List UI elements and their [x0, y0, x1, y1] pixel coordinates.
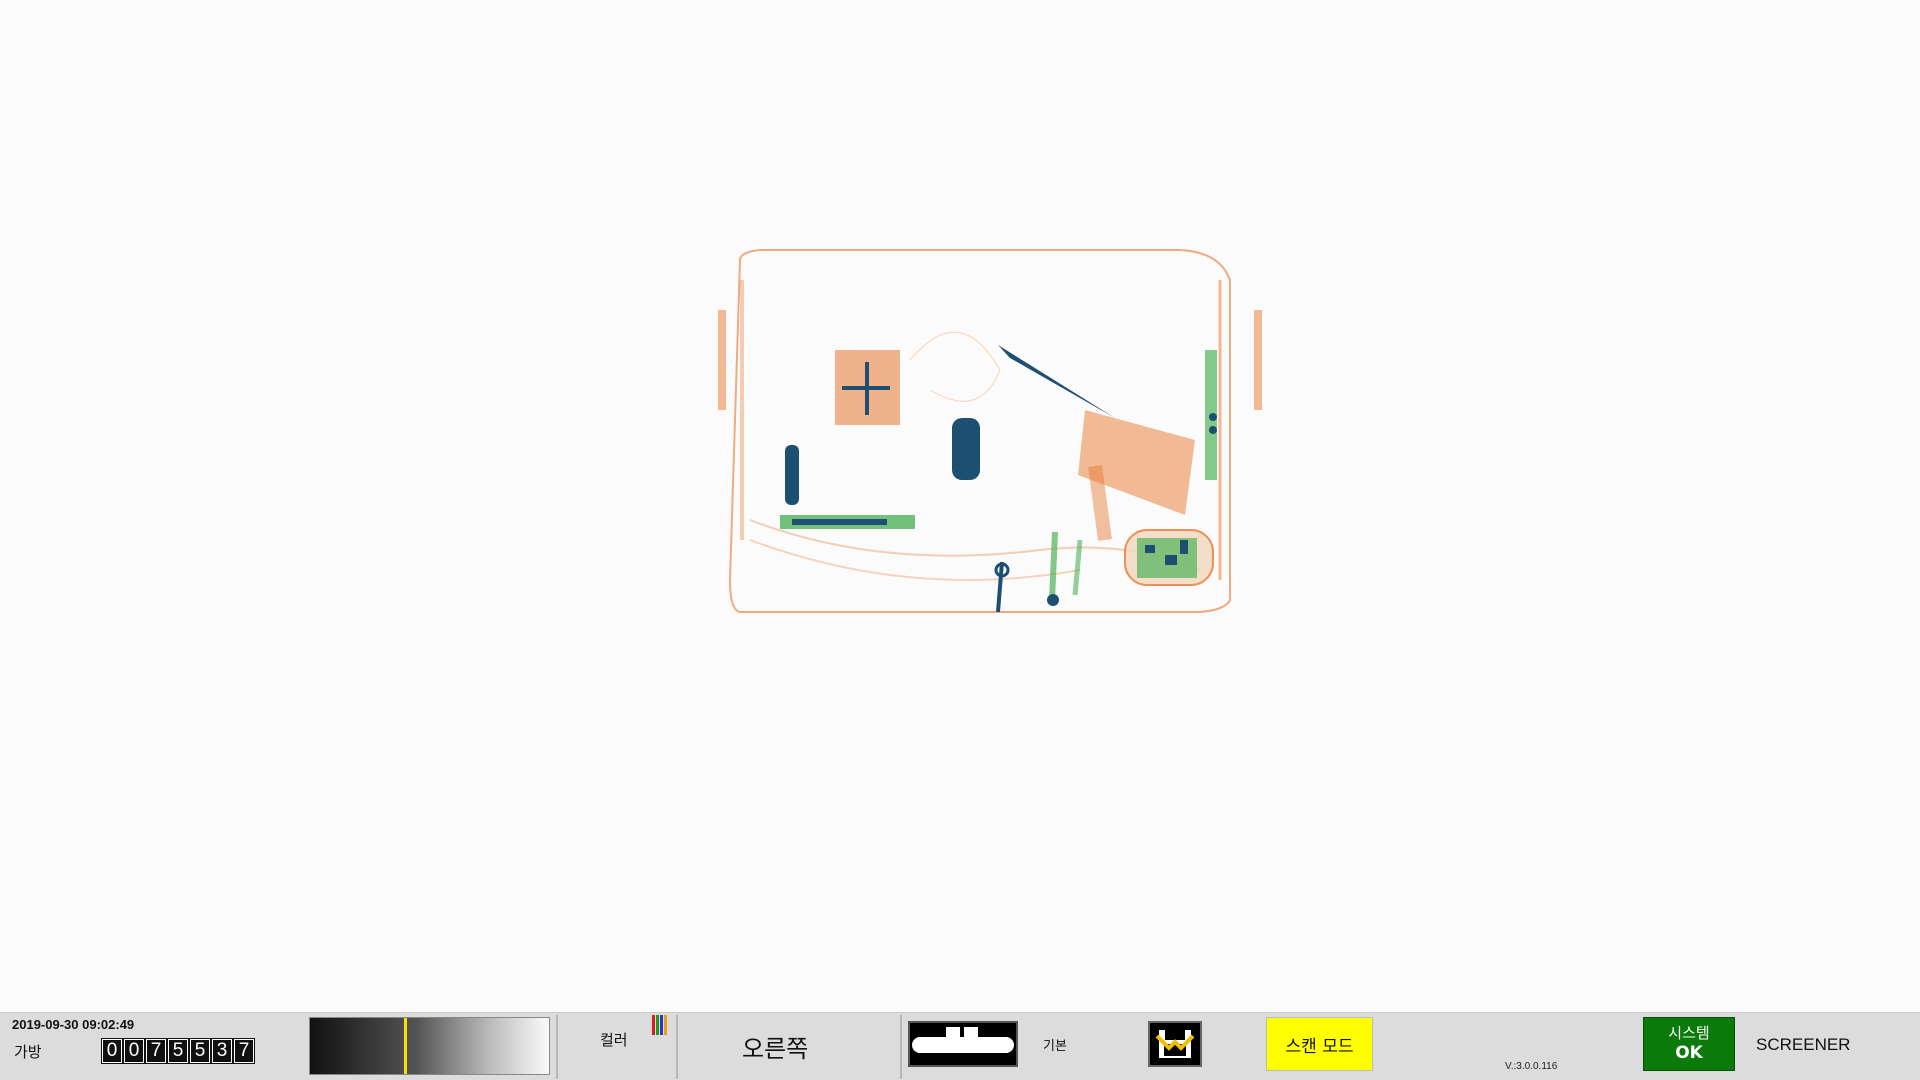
direction-button[interactable]: 오른쪽: [742, 1029, 808, 1064]
conveyor-belt-button[interactable]: [908, 1021, 1018, 1067]
color-bar: [652, 1015, 655, 1035]
divider: [556, 1015, 558, 1079]
bag-count-label: 가방: [14, 1043, 42, 1061]
save-button[interactable]: [1148, 1021, 1202, 1067]
save-disk-icon: [1155, 1030, 1195, 1058]
color-bar: [660, 1015, 663, 1035]
conveyor-belt-icon: [912, 1027, 1014, 1053]
counter-digit: 5: [167, 1038, 189, 1064]
counter-digit: 7: [233, 1038, 255, 1064]
counter-digit: 3: [211, 1038, 233, 1064]
xray-scan-image: [718, 249, 1262, 613]
color-bar: [664, 1015, 667, 1035]
counter-digit: 5: [189, 1038, 211, 1064]
mode-label: 기본: [1043, 1039, 1067, 1054]
color-palette-icon[interactable]: [652, 1015, 667, 1035]
grayscale-slider-handle[interactable]: [404, 1018, 407, 1074]
system-label: 시스템: [1668, 1024, 1710, 1042]
datetime-display: 2019-09-30 09:02:49: [12, 1017, 135, 1032]
xray-image-viewer[interactable]: [0, 0, 1920, 1012]
counter-digit: 7: [145, 1038, 167, 1064]
version-label: V.:3.0.0.116: [1505, 1061, 1558, 1072]
counter-digit: 0: [101, 1038, 123, 1064]
grayscale-slider[interactable]: [309, 1017, 550, 1075]
system-status-value: OK: [1675, 1043, 1703, 1063]
color-mode-label[interactable]: 컬러: [600, 1029, 628, 1050]
counter-digit: 0: [123, 1038, 145, 1064]
bag-counter: 0 0 7 5 5 3 7: [101, 1038, 255, 1064]
color-bar: [656, 1015, 659, 1035]
divider: [676, 1015, 678, 1079]
user-role-label: SCREENER: [1756, 1035, 1851, 1054]
system-status-indicator[interactable]: 시스템 OK: [1643, 1017, 1735, 1071]
scan-mode-button[interactable]: 스캔 모드: [1266, 1017, 1373, 1071]
divider: [900, 1015, 902, 1079]
status-bar: 2019-09-30 09:02:49 가방 0 0 7 5 5 3 7 컬러 …: [0, 1012, 1920, 1080]
